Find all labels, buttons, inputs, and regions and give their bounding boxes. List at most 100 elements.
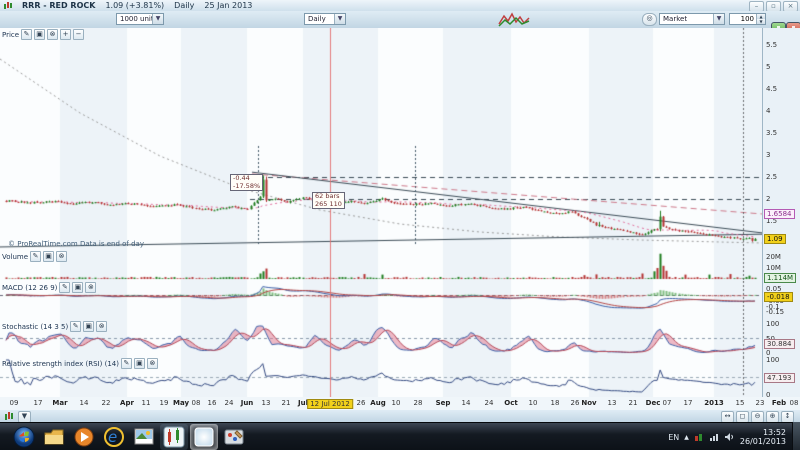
window-icon[interactable]: ▣ xyxy=(72,282,83,293)
volume-canvas[interactable] xyxy=(0,250,762,281)
highlighted-date-label: 12 Jul 2012 xyxy=(307,399,353,409)
close-panel-icon[interactable]: ⊗ xyxy=(96,321,107,332)
time-axis-label: 13 xyxy=(262,399,271,407)
time-axis-label: 26 xyxy=(357,399,366,407)
volume-value-chip: 1.114M xyxy=(764,273,796,283)
time-axis-label: 23 xyxy=(756,399,765,407)
tray-expand-icon[interactable]: ▲ xyxy=(684,434,689,441)
window-icon[interactable]: ▣ xyxy=(34,29,45,40)
time-axis-label: 24 xyxy=(485,399,494,407)
titlebar-period: Daily xyxy=(174,1,194,10)
time-axis-label: 14 xyxy=(462,399,471,407)
time-axis-label: 18 xyxy=(551,399,560,407)
price-tick: 4 xyxy=(766,107,770,115)
taskbar-clock[interactable]: 13:52 26/01/2013 xyxy=(740,428,786,446)
price-tick: 4.5 xyxy=(766,85,777,93)
measure2-value: 265 110 xyxy=(315,201,342,209)
order-type-dropdown[interactable]: Market ▼ xyxy=(659,13,725,25)
close-panel-icon[interactable]: ⊗ xyxy=(85,282,96,293)
taskbar-internet-explorer-icon[interactable]: e xyxy=(100,424,128,450)
taskbar-photo-viewer-icon[interactable] xyxy=(130,424,158,450)
timeframe-dropdown-value: Daily xyxy=(305,15,334,23)
taskbar-explorer-folder-icon[interactable] xyxy=(40,424,68,450)
time-axis-label: Oct xyxy=(504,399,517,407)
time-axis-label: 17 xyxy=(34,399,43,407)
quantity-stepper[interactable]: 100 ▲▼ xyxy=(729,13,766,25)
edit-icon[interactable]: ✎ xyxy=(30,251,41,262)
price-chart-canvas[interactable] xyxy=(0,28,762,250)
time-axis-label: Mar xyxy=(52,399,67,407)
order-search-icon[interactable]: ◎ xyxy=(642,13,657,26)
units-dropdown-value: 1000 units xyxy=(117,15,152,23)
price-tick: 3.5 xyxy=(766,129,777,137)
stochastic-tick: 100 xyxy=(766,320,779,328)
chevron-down-icon[interactable]: ▼ xyxy=(713,14,724,24)
taskbar-start-orb-icon[interactable] xyxy=(10,424,38,450)
stochastic-canvas[interactable] xyxy=(0,320,762,357)
zoom-out-icon[interactable]: − xyxy=(73,29,84,40)
clock-time: 13:52 xyxy=(740,428,786,437)
volume-tick: 10M xyxy=(766,264,781,272)
tray-app-icon[interactable] xyxy=(694,432,704,442)
edit-icon[interactable]: ✎ xyxy=(59,282,70,293)
stochastic-panel-label: Stochastic (14 3 5) xyxy=(2,323,68,331)
price-tick: 3 xyxy=(766,151,770,159)
chevron-down-icon[interactable]: ▼ xyxy=(334,14,345,24)
time-axis-label: Jun xyxy=(241,399,254,407)
time-axis-label: Feb xyxy=(772,399,786,407)
window-icon[interactable]: ▣ xyxy=(83,321,94,332)
window-bottom-bar: ▼ ↔◻⊖⊕↕ xyxy=(0,410,800,422)
window-icon[interactable]: ▣ xyxy=(134,358,145,369)
taskbar-paint-app-icon[interactable] xyxy=(220,424,248,450)
measure-annotation-2: 62 bars 265 110 xyxy=(312,192,345,209)
network-icon[interactable] xyxy=(709,432,719,442)
svg-text:e: e xyxy=(108,428,117,446)
time-axis-label: 08 xyxy=(790,399,799,407)
close-panel-icon[interactable]: ⊗ xyxy=(147,358,158,369)
spinner-down-icon[interactable]: ▼ xyxy=(757,19,765,24)
edit-icon[interactable]: ✎ xyxy=(70,321,81,332)
price-tick: 5 xyxy=(766,63,770,71)
chevron-down-icon[interactable]: ▼ xyxy=(152,14,163,24)
instrument-name: RRR - RED ROCK xyxy=(22,1,95,10)
show-desktop-button[interactable] xyxy=(792,422,800,450)
stochastic-value-chip: 30.884 xyxy=(764,339,795,349)
window-icon[interactable]: ▣ xyxy=(43,251,54,262)
edit-icon[interactable]: ✎ xyxy=(121,358,132,369)
order-type-value: Market xyxy=(660,15,713,23)
time-axis-label: 15 xyxy=(736,399,745,407)
macd-tick: -0.15 xyxy=(766,308,784,316)
price-panel: Price ✎ ▣ ⊗ + − -0.44 -17.58% 62 bars 26… xyxy=(0,28,800,251)
instrument-quote: 1.09 (+3.81%) xyxy=(105,1,164,10)
time-axis-label: Nov xyxy=(581,399,596,407)
macd-value-chip: -0.018 xyxy=(764,292,793,302)
time-axis-label: 19 xyxy=(160,399,169,407)
time-axis-label: 17 xyxy=(684,399,693,407)
time-axis-label: 09 xyxy=(10,399,19,407)
titlebar-date: 25 Jan 2013 xyxy=(204,1,252,10)
time-axis-label: 14 xyxy=(80,399,89,407)
price-tick: 2 xyxy=(766,195,770,203)
edit-icon[interactable]: ✎ xyxy=(21,29,32,40)
language-indicator[interactable]: EN xyxy=(668,433,679,442)
close-panel-icon[interactable]: ⊗ xyxy=(47,29,58,40)
mini-candles-icon[interactable] xyxy=(4,411,15,421)
rsi-tick: 100 xyxy=(766,356,779,364)
time-axis-label: 10 xyxy=(529,399,538,407)
timeframe-dropdown[interactable]: Daily ▼ xyxy=(304,13,346,25)
units-dropdown[interactable]: 1000 units ▼ xyxy=(116,13,164,25)
taskbar-active-window-icon[interactable] xyxy=(190,424,218,450)
volume-panel: Volume ✎ ▣ ⊗ xyxy=(0,250,800,282)
macd-panel: MACD (12 26 9) ✎ ▣ ⊗ xyxy=(0,281,800,321)
measure-annotation-1: -0.44 -17.58% xyxy=(230,174,263,191)
taskbar-trading-app-icon[interactable] xyxy=(160,424,188,450)
time-axis-label: Apr xyxy=(120,399,134,407)
zoom-in-icon[interactable]: + xyxy=(60,29,71,40)
taskbar-media-player-icon[interactable] xyxy=(70,424,98,450)
trendline-value-chip: 1.6584 xyxy=(764,209,795,219)
speaker-icon[interactable] xyxy=(724,432,735,442)
close-panel-icon[interactable]: ⊗ xyxy=(56,251,67,262)
time-axis-label: 21 xyxy=(629,399,638,407)
macd-canvas[interactable] xyxy=(0,281,762,320)
time-axis[interactable]: 0917Mar1422Apr1119May081624Jun1321Jul12 … xyxy=(0,397,800,411)
